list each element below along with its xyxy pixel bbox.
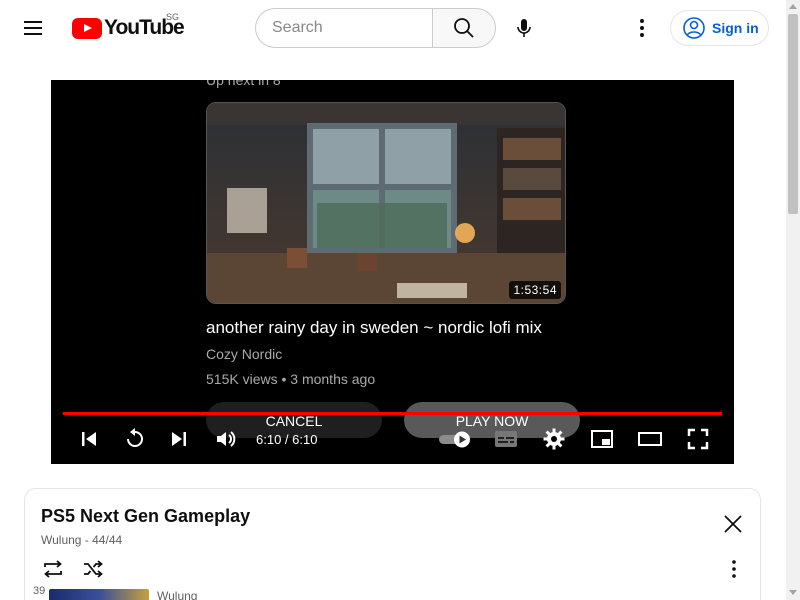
playlist-subtitle: Wulung - 44/44 <box>41 533 123 547</box>
playlist-item-channel: Wulung <box>157 589 198 600</box>
settings-more-button[interactable] <box>622 8 662 48</box>
fullscreen-icon <box>687 428 709 450</box>
more-vert-icon <box>732 560 736 578</box>
theater-mode-icon <box>638 432 662 446</box>
replay-icon <box>127 428 143 447</box>
gear-icon <box>543 428 565 450</box>
subtitles-icon <box>495 431 517 447</box>
scroll-up-arrow-icon[interactable] <box>789 4 797 9</box>
up-next-countdown: Up next in 8 <box>206 80 281 88</box>
account-circle-icon <box>683 17 705 39</box>
close-playlist-button[interactable] <box>721 512 745 536</box>
youtube-play-icon <box>72 17 102 39</box>
mic-icon <box>517 19 531 37</box>
duration-badge: 1:53:54 <box>509 281 561 299</box>
hamburger-icon <box>24 21 42 23</box>
country-code: SG <box>166 12 180 22</box>
youtube-page: YouTube SG Search Sign in Up next in 8 1… <box>0 0 800 600</box>
loop-playlist-button[interactable] <box>41 557 65 581</box>
time-display: 6:10 / 6:10 <box>256 432 318 447</box>
fullscreen-button[interactable] <box>686 427 710 451</box>
playlist-item-thumbnail[interactable] <box>49 589 149 600</box>
sign-in-button[interactable]: Sign in <box>670 10 769 46</box>
loop-icon <box>44 560 62 578</box>
theater-mode-button[interactable] <box>638 427 662 451</box>
page-scrollbar[interactable] <box>786 0 800 600</box>
cancel-label: CANCEL <box>265 413 323 429</box>
subtitles-button[interactable] <box>494 427 518 451</box>
skip-previous-icon <box>82 432 96 446</box>
search-input[interactable]: Search <box>255 8 433 48</box>
voice-search-button[interactable] <box>504 8 544 48</box>
playlist-more-button[interactable] <box>722 557 746 581</box>
miniplayer-icon <box>591 430 613 448</box>
progress-bar[interactable] <box>63 412 722 415</box>
scroll-thumb[interactable] <box>788 14 798 214</box>
settings-button[interactable] <box>542 427 566 451</box>
scroll-down-arrow-icon[interactable] <box>789 590 797 595</box>
next-button[interactable] <box>167 427 191 451</box>
thumbnail-image <box>207 103 565 303</box>
more-vert-icon <box>640 19 644 37</box>
search-icon <box>454 18 474 38</box>
up-next-meta: 515K views • 3 months ago <box>206 371 376 387</box>
previous-button[interactable] <box>77 427 101 451</box>
up-next-title[interactable]: another rainy day in sweden ~ nordic lof… <box>206 318 542 338</box>
replay-button[interactable] <box>123 427 147 451</box>
volume-icon <box>217 431 236 447</box>
mute-button[interactable] <box>214 427 238 451</box>
autoplay-toggle-icon <box>439 431 470 448</box>
close-icon <box>724 515 742 533</box>
playlist-panel: PS5 Next Gen Gameplay Wulung - 44/44 39 … <box>24 488 761 600</box>
playlist-title[interactable]: PS5 Next Gen Gameplay <box>41 506 250 527</box>
search-button[interactable] <box>432 8 496 48</box>
autoplay-toggle[interactable] <box>438 427 474 451</box>
skip-next-icon <box>172 432 186 446</box>
search-placeholder: Search <box>272 19 323 36</box>
shuffle-icon <box>84 560 103 578</box>
masthead: YouTube SG Search Sign in <box>0 0 786 56</box>
sign-in-label: Sign in <box>712 20 759 36</box>
up-next-thumbnail[interactable]: 1:53:54 <box>206 102 566 304</box>
menu-button[interactable] <box>24 18 48 38</box>
shuffle-playlist-button[interactable] <box>81 557 105 581</box>
video-player[interactable]: Up next in 8 1:53:54 another rainy day i… <box>51 80 734 464</box>
up-next-channel: Cozy Nordic <box>206 346 283 362</box>
playlist-item-index: 39 <box>33 585 46 597</box>
miniplayer-button[interactable] <box>590 427 614 451</box>
